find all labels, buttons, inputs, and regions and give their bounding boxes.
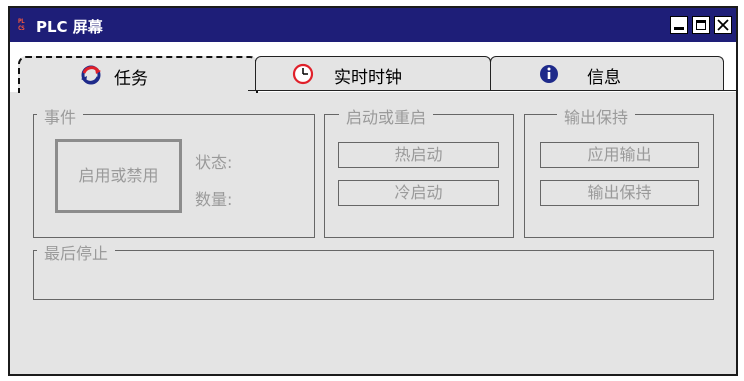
last-stop-title: 最后停止 — [37, 240, 116, 264]
maximize-icon — [696, 20, 706, 30]
count-label: 数量: — [195, 190, 233, 209]
apply-output-button[interactable]: 应用输出 — [540, 142, 699, 168]
minimize-button[interactable] — [670, 16, 688, 34]
clock-icon — [292, 63, 314, 85]
enable-disable-button[interactable]: 启用或禁用 — [55, 139, 182, 213]
output-hold-group: 输出保持 应用输出 输出保持 — [524, 104, 714, 238]
sync-icon — [81, 65, 101, 85]
output-hold-button[interactable]: 输出保持 — [540, 180, 699, 206]
info-icon — [540, 65, 558, 83]
tab-clock-label: 实时时钟 — [334, 68, 402, 88]
tab-realtime-clock[interactable]: 实时时钟 — [255, 56, 491, 90]
close-icon — [717, 19, 729, 31]
last-stop-group: 最后停止 — [33, 240, 714, 300]
tab-content-border — [248, 90, 736, 91]
events-group-title: 事件 — [37, 104, 84, 128]
warm-start-button[interactable]: 热启动 — [338, 142, 499, 168]
tab-info[interactable]: 信息 — [490, 56, 724, 90]
window-title: PLC 屏幕 — [36, 18, 103, 36]
close-button[interactable] — [714, 16, 732, 34]
plc-logo-icon: PL CS — [18, 18, 25, 32]
status-label: 状态: — [195, 153, 233, 172]
events-group: 事件 启用或禁用 状态: 数量: — [33, 104, 315, 238]
restart-group: 启动或重启 热启动 冷启动 — [324, 104, 514, 238]
output-group-title: 输出保持 — [557, 104, 636, 128]
title-bar[interactable]: PL CS PLC 屏幕 — [10, 8, 736, 42]
maximize-button[interactable] — [692, 16, 710, 34]
tab-tasks-label: 任务 — [114, 69, 148, 89]
tab-strip: 任务 实时时钟 信息 — [10, 42, 736, 93]
tab-info-label: 信息 — [587, 68, 621, 88]
tab-tasks[interactable]: 任务 — [18, 56, 258, 93]
minimize-icon — [674, 27, 684, 30]
restart-group-title: 启动或重启 — [339, 104, 434, 128]
cold-start-button[interactable]: 冷启动 — [338, 180, 499, 206]
plc-screen-window: PL CS PLC 屏幕 任务 实时时钟 信息 事件 启用或禁用 状态: 数量:… — [8, 6, 738, 376]
